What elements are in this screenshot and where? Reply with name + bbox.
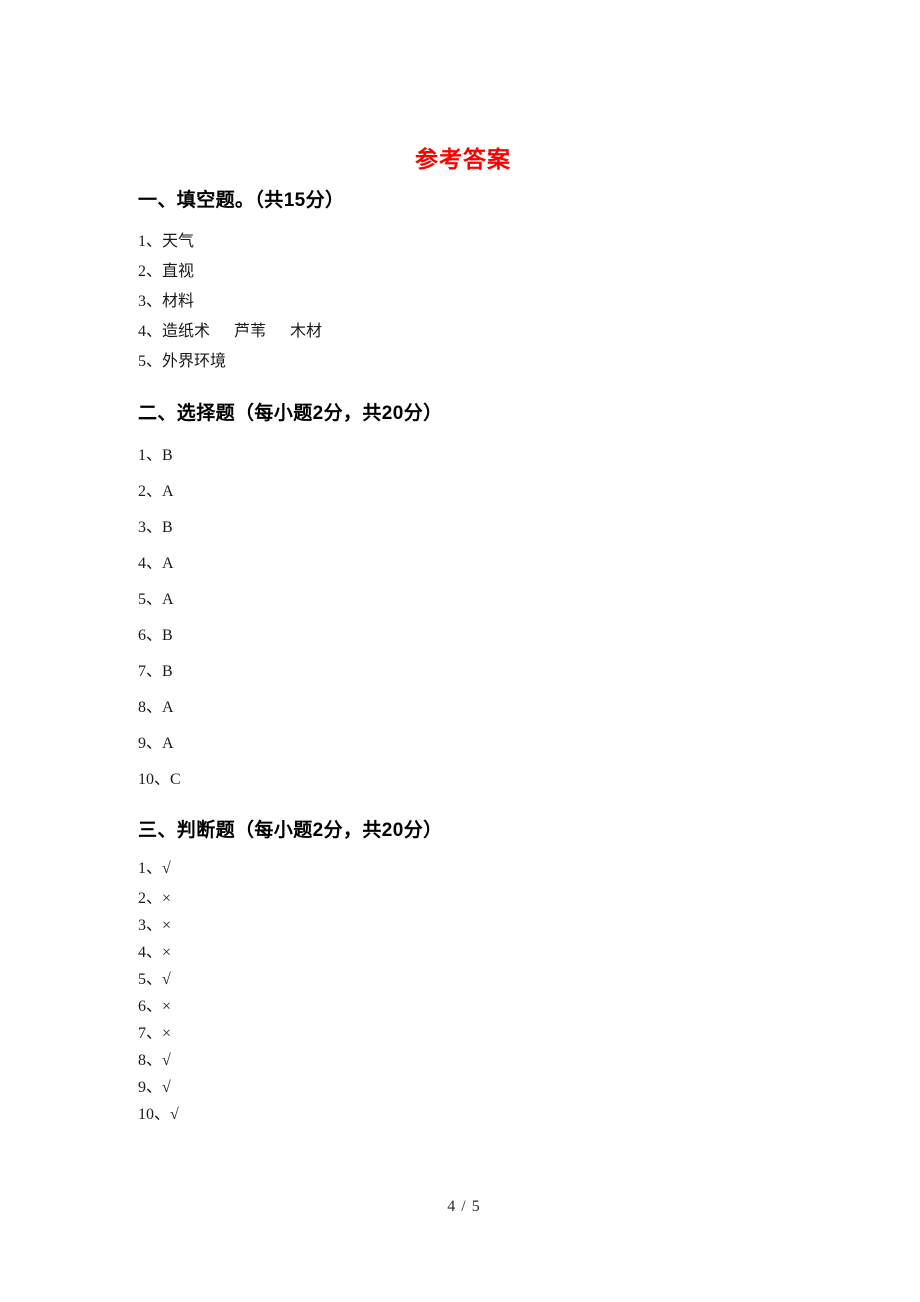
answer-item: 1、B (138, 438, 838, 474)
answer-item: 3、B (138, 510, 838, 546)
answer-value: 材料 (162, 292, 195, 310)
answer-list-fill-in-the-blank: 1、天气 2、直视 3、材料 4、造纸术 芦苇 木材 5、外界环境 (138, 227, 838, 377)
answer-item: 5、外界环境 (138, 347, 838, 377)
answer-value: A (162, 698, 174, 716)
answer-item: 4、A (138, 546, 838, 582)
answer-key-body: 一、填空题。（共15分） 1、天气 2、直视 3、材料 4、造纸术 芦苇 木材 … (138, 190, 838, 1128)
answer-number: 4、 (138, 322, 163, 340)
answer-value: √ (162, 860, 171, 878)
answer-number: 6、 (138, 626, 163, 644)
answer-number: 5、 (138, 590, 163, 608)
answer-item: 8、√ (138, 1047, 838, 1074)
answer-value: √ (162, 1052, 171, 1070)
answer-value: A (162, 554, 174, 572)
answer-item: 7、B (138, 654, 838, 690)
answer-value: √ (162, 971, 171, 989)
answer-number: 9、 (138, 734, 163, 752)
answer-number: 7、 (138, 662, 163, 680)
answer-item: 4、造纸术 芦苇 木材 (138, 317, 838, 347)
document-page: 参考答案 一、填空题。（共15分） 1、天气 2、直视 3、材料 4、造纸术 芦… (0, 0, 920, 1302)
answer-number: 9、 (138, 1079, 163, 1097)
answer-number: 3、 (138, 518, 163, 536)
answer-value: 造纸术 芦苇 木材 (162, 322, 323, 340)
section-multiple-choice: 二、选择题（每小题2分，共20分） 1、B 2、A 3、B 4、A 5、A 6、… (138, 403, 838, 798)
answer-number: 2、 (138, 890, 163, 908)
answer-number: 8、 (138, 1052, 163, 1070)
answer-item: 10、√ (138, 1101, 838, 1128)
answer-item: 2、直视 (138, 257, 838, 287)
section-heading-true-false: 三、判断题（每小题2分，共20分） (138, 819, 443, 841)
answer-number: 3、 (138, 292, 163, 310)
answer-number: 6、 (138, 998, 163, 1016)
answer-value: 直视 (162, 262, 195, 280)
answer-value: × (162, 944, 172, 962)
answer-number: 1、 (138, 446, 163, 464)
section-true-false: 三、判断题（每小题2分，共20分） 1、√ 2、× 3、× 4、× 5、√ 6、… (138, 820, 838, 1129)
answer-value: B (162, 446, 173, 464)
answer-item: 9、√ (138, 1074, 838, 1101)
answer-value: × (162, 890, 172, 908)
answer-value: × (162, 998, 172, 1016)
answer-number: 1、 (138, 232, 163, 250)
answer-number: 10、 (138, 770, 171, 788)
answer-number: 4、 (138, 944, 163, 962)
answer-item: 9、A (138, 726, 838, 762)
answer-item: 3、× (138, 912, 838, 939)
page-number-footer: 4 / 5 (447, 1198, 481, 1215)
answer-value: 外界环境 (162, 352, 227, 370)
answer-item: 2、A (138, 474, 838, 510)
answer-value: √ (170, 1106, 179, 1124)
answer-item: 3、材料 (138, 287, 838, 317)
answer-item: 4、× (138, 939, 838, 966)
answer-value: B (162, 626, 173, 644)
answer-number: 7、 (138, 1025, 163, 1043)
answer-value: × (162, 917, 172, 935)
answer-value: √ (162, 1079, 171, 1097)
section-heading-multiple-choice: 二、选择题（每小题2分，共20分） (138, 402, 443, 424)
answer-number: 8、 (138, 698, 163, 716)
answer-item: 1、√ (138, 852, 838, 885)
answer-item: 10、C (138, 762, 838, 798)
answer-item: 8、A (138, 690, 838, 726)
answer-number: 10、 (138, 1106, 171, 1124)
answer-item: 1、天气 (138, 227, 838, 257)
answer-item: 6、× (138, 993, 838, 1020)
answer-list-true-false: 1、√ 2、× 3、× 4、× 5、√ 6、× 7、× 8、√ 9、√ 10、√ (138, 852, 838, 1128)
answer-value: A (162, 482, 174, 500)
answer-number: 5、 (138, 971, 163, 989)
answer-list-multiple-choice: 1、B 2、A 3、B 4、A 5、A 6、B 7、B 8、A 9、A 10、C (138, 438, 838, 798)
section-fill-in-the-blank: 一、填空题。（共15分） 1、天气 2、直视 3、材料 4、造纸术 芦苇 木材 … (138, 190, 838, 377)
answer-number: 5、 (138, 352, 163, 370)
answer-item: 7、× (138, 1020, 838, 1047)
answer-item: 2、× (138, 885, 838, 912)
answer-value: B (162, 662, 173, 680)
answer-item: 6、B (138, 618, 838, 654)
answer-number: 2、 (138, 262, 163, 280)
answer-item: 5、√ (138, 966, 838, 993)
answer-number: 4、 (138, 554, 163, 572)
answer-value: C (170, 770, 181, 788)
answer-value: 天气 (162, 232, 195, 250)
answer-value: B (162, 518, 173, 536)
answer-item: 5、A (138, 582, 838, 618)
page-title: 参考答案 (415, 146, 511, 172)
section-heading-fill-in-the-blank: 一、填空题。（共15分） (138, 190, 345, 211)
answer-value: A (162, 734, 174, 752)
answer-value: × (162, 1025, 172, 1043)
answer-number: 3、 (138, 917, 163, 935)
answer-number: 1、 (138, 860, 163, 878)
answer-value: A (162, 590, 174, 608)
answer-number: 2、 (138, 482, 163, 500)
